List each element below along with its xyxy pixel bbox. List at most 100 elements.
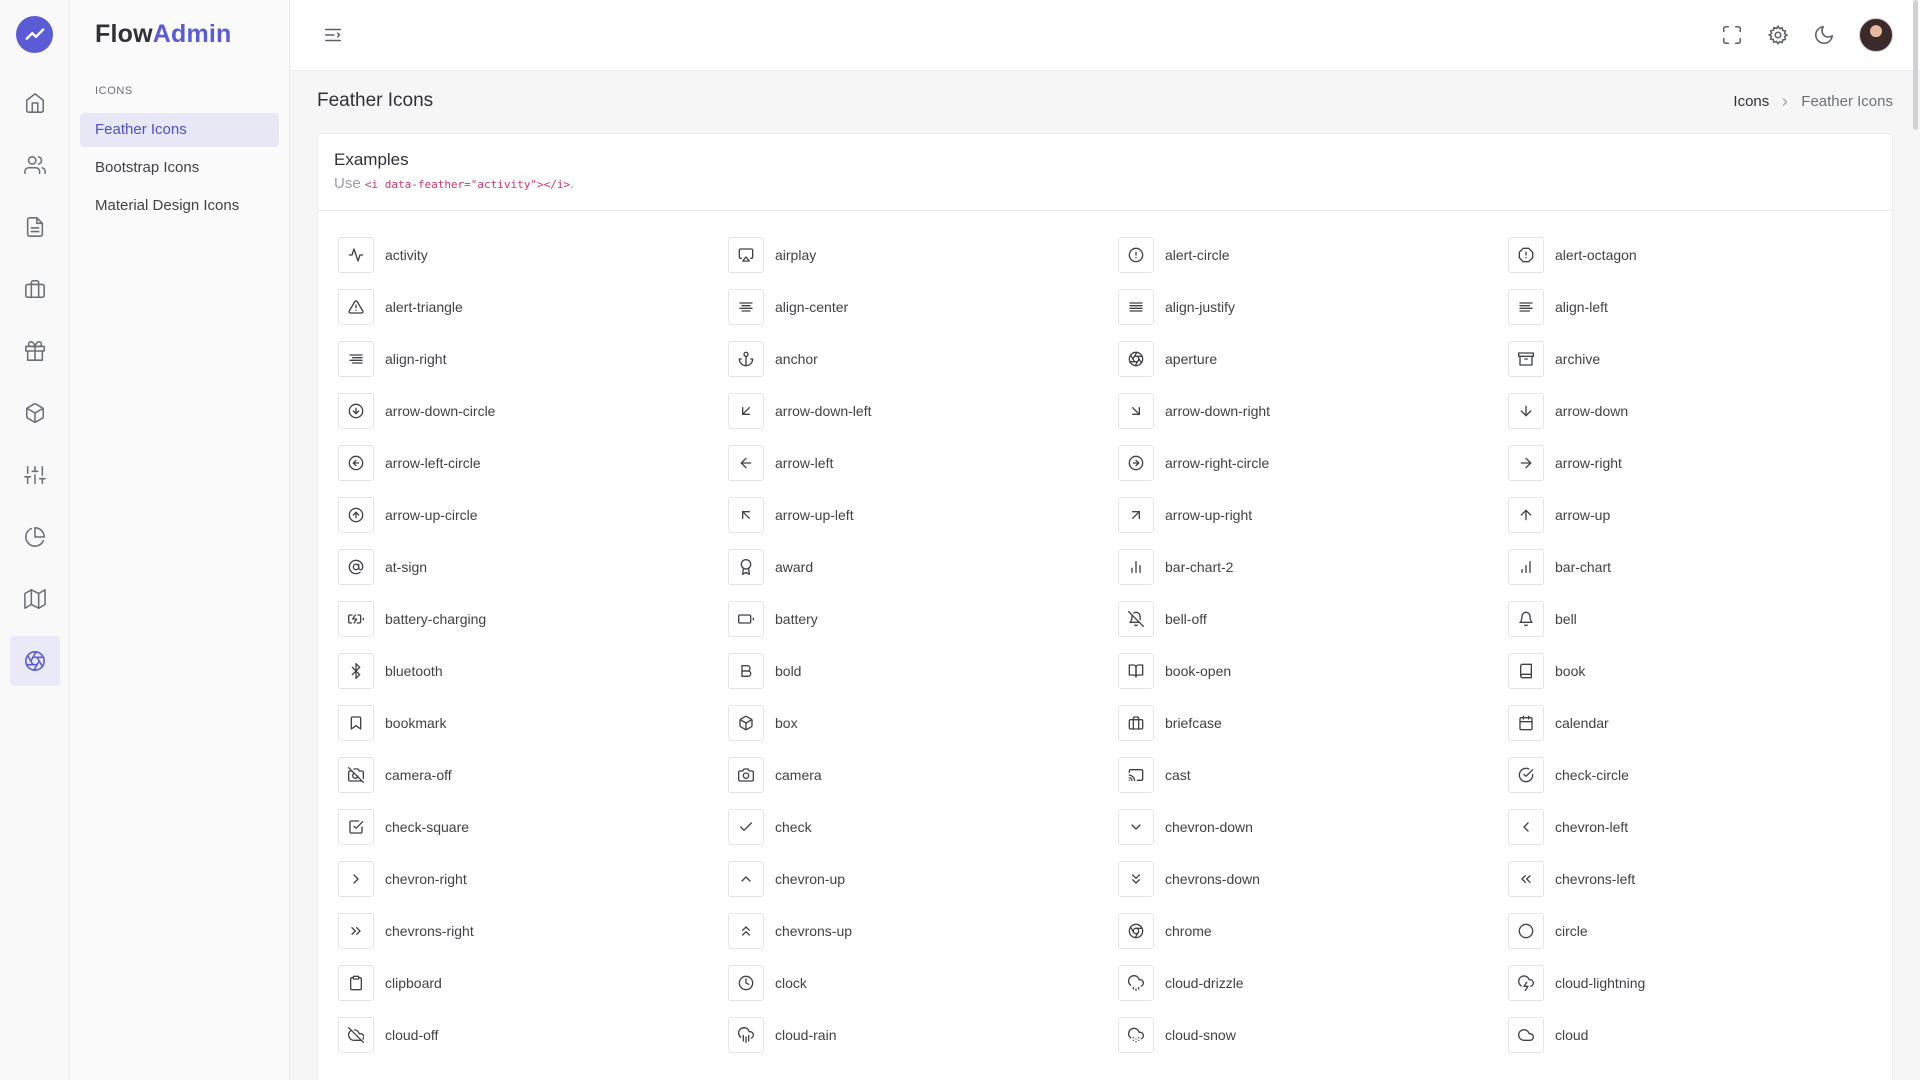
icon-tile[interactable]: arrow-up-circle: [338, 497, 728, 533]
icon-tile[interactable]: alert-triangle: [338, 289, 728, 325]
sidebar-item-material-design-icons[interactable]: Material Design Icons: [80, 189, 279, 223]
icon-tile[interactable]: cloud-off: [338, 1017, 728, 1053]
breadcrumb-link[interactable]: Icons: [1733, 93, 1769, 110]
menu-icon[interactable]: [320, 22, 346, 48]
icon-tile[interactable]: check-square: [338, 809, 728, 845]
icon-tile[interactable]: arrow-right-circle: [1118, 445, 1508, 481]
sidebar-item-feather-icons[interactable]: Feather Icons: [80, 113, 279, 147]
chevron-right-icon: [338, 861, 374, 897]
icon-name: briefcase: [1165, 715, 1222, 731]
icon-tile[interactable]: check-circle: [1508, 757, 1898, 793]
icon-name: arrow-right-circle: [1165, 455, 1270, 471]
icon-tile[interactable]: arrow-down: [1508, 393, 1898, 429]
icon-tile[interactable]: award: [728, 549, 1118, 585]
icon-tile[interactable]: book: [1508, 653, 1898, 689]
icon-tile[interactable]: aperture: [1118, 341, 1508, 377]
sidebar-item-bootstrap-icons[interactable]: Bootstrap Icons: [80, 151, 279, 185]
icon-tile[interactable]: bluetooth: [338, 653, 728, 689]
camera-off-icon: [338, 757, 374, 793]
clock-icon: [728, 965, 764, 1001]
icon-tile[interactable]: cloud-drizzle: [1118, 965, 1508, 1001]
icon-tile[interactable]: alert-octagon: [1508, 237, 1898, 273]
rail-file-text-button[interactable]: [10, 202, 60, 252]
icon-tile[interactable]: briefcase: [1118, 705, 1508, 741]
rail-map-button[interactable]: [10, 574, 60, 624]
icon-tile[interactable]: clock: [728, 965, 1118, 1001]
icon-tile[interactable]: archive: [1508, 341, 1898, 377]
icon-name: alert-triangle: [385, 299, 463, 315]
rail-home-button[interactable]: [10, 78, 60, 128]
rail-users-button[interactable]: [10, 140, 60, 190]
logo-icon[interactable]: [16, 16, 53, 53]
icon-tile[interactable]: cloud-snow: [1118, 1017, 1508, 1053]
cloud-lightning-icon: [1508, 965, 1544, 1001]
icon-tile[interactable]: chevron-up: [728, 861, 1118, 897]
icon-tile[interactable]: bar-chart: [1508, 549, 1898, 585]
chrome-icon: [1118, 913, 1154, 949]
icon-tile[interactable]: chevron-down: [1118, 809, 1508, 845]
icon-tile[interactable]: arrow-up-left: [728, 497, 1118, 533]
icon-tile[interactable]: chrome: [1118, 913, 1508, 949]
icon-tile[interactable]: arrow-down-left: [728, 393, 1118, 429]
rail-briefcase-button[interactable]: [10, 264, 60, 314]
icon-tile[interactable]: bold: [728, 653, 1118, 689]
icon-tile[interactable]: cast: [1118, 757, 1508, 793]
icon-tile[interactable]: chevron-left: [1508, 809, 1898, 845]
icon-tile[interactable]: check: [728, 809, 1118, 845]
rail-sliders-button[interactable]: [10, 450, 60, 500]
icon-tile[interactable]: bell: [1508, 601, 1898, 637]
settings-icon[interactable]: [1765, 22, 1791, 48]
icon-tile[interactable]: chevrons-down: [1118, 861, 1508, 897]
icon-tile[interactable]: book-open: [1118, 653, 1508, 689]
icon-tile[interactable]: arrow-right: [1508, 445, 1898, 481]
icon-tile[interactable]: chevrons-right: [338, 913, 728, 949]
icon-tile[interactable]: camera-off: [338, 757, 728, 793]
icon-tile[interactable]: activity: [338, 237, 728, 273]
icon-tile[interactable]: anchor: [728, 341, 1118, 377]
icon-tile[interactable]: chevrons-left: [1508, 861, 1898, 897]
icon-tile[interactable]: arrow-up-right: [1118, 497, 1508, 533]
icon-tile[interactable]: cloud-lightning: [1508, 965, 1898, 1001]
rail-pie-chart-button[interactable]: [10, 512, 60, 562]
icon-tile[interactable]: cloud: [1508, 1017, 1898, 1053]
icon-tile[interactable]: chevron-right: [338, 861, 728, 897]
icon-tile[interactable]: align-center: [728, 289, 1118, 325]
icon-tile[interactable]: alert-circle: [1118, 237, 1508, 273]
icon-tile[interactable]: box: [728, 705, 1118, 741]
icon-tile[interactable]: airplay: [728, 237, 1118, 273]
scrollbar[interactable]: [1913, 0, 1918, 130]
icon-tile[interactable]: arrow-down-circle: [338, 393, 728, 429]
icon-name: cloud-snow: [1165, 1027, 1236, 1043]
icon-tile[interactable]: bookmark: [338, 705, 728, 741]
icon-tile[interactable]: align-justify: [1118, 289, 1508, 325]
cloud-snow-icon: [1118, 1017, 1154, 1053]
avatar[interactable]: [1859, 18, 1893, 52]
maximize-icon[interactable]: [1719, 22, 1745, 48]
icon-tile[interactable]: circle: [1508, 913, 1898, 949]
brand-logo[interactable]: FlowAdmin: [95, 20, 232, 49]
rail-gift-button[interactable]: [10, 326, 60, 376]
icon-tile[interactable]: arrow-left-circle: [338, 445, 728, 481]
rail-box-button[interactable]: [10, 388, 60, 438]
chevron-up-icon: [728, 861, 764, 897]
icon-tile[interactable]: clipboard: [338, 965, 728, 1001]
icon-tile[interactable]: arrow-left: [728, 445, 1118, 481]
rail-aperture-button[interactable]: [10, 636, 60, 686]
icon-tile[interactable]: battery: [728, 601, 1118, 637]
icon-tile[interactable]: bell-off: [1118, 601, 1508, 637]
icon-tile[interactable]: bar-chart-2: [1118, 549, 1508, 585]
arrow-left-circle-icon: [338, 445, 374, 481]
icon-tile[interactable]: camera: [728, 757, 1118, 793]
icon-tile[interactable]: align-left: [1508, 289, 1898, 325]
icon-tile[interactable]: cloud-rain: [728, 1017, 1118, 1053]
icon-tile[interactable]: align-right: [338, 341, 728, 377]
chevron-right-icon: [1779, 96, 1791, 108]
icon-tile[interactable]: arrow-down-right: [1118, 393, 1508, 429]
icon-tile[interactable]: at-sign: [338, 549, 728, 585]
icon-tile[interactable]: battery-charging: [338, 601, 728, 637]
moon-icon[interactable]: [1811, 22, 1837, 48]
icon-tile[interactable]: arrow-up: [1508, 497, 1898, 533]
icon-tile[interactable]: calendar: [1508, 705, 1898, 741]
icon-tile[interactable]: chevrons-up: [728, 913, 1118, 949]
icon-name: arrow-up-left: [775, 507, 854, 523]
